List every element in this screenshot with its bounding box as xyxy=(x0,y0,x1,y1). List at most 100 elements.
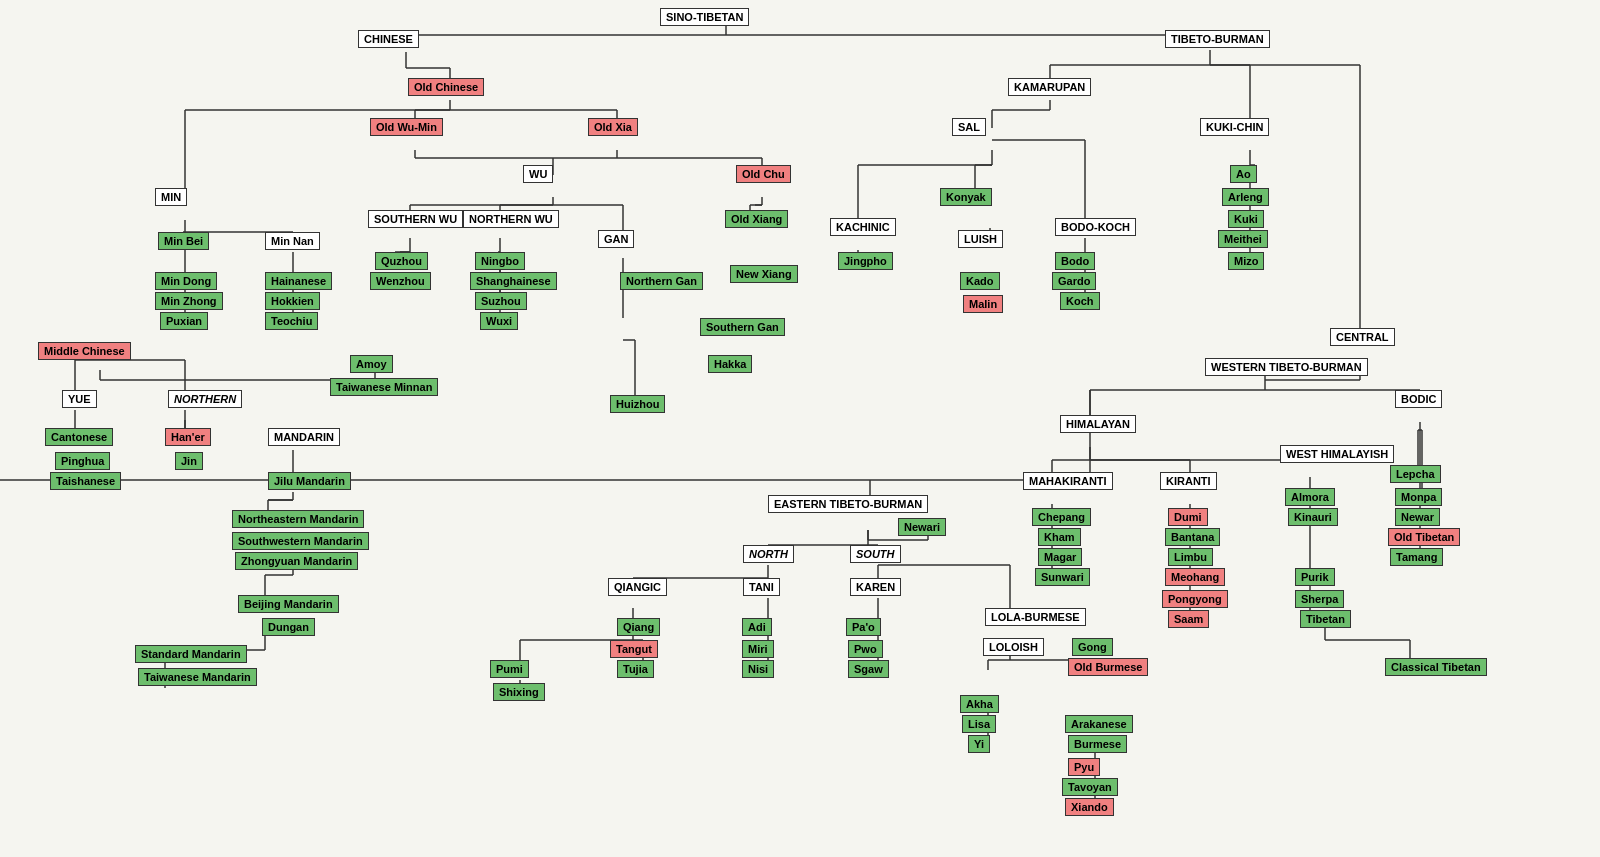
node-sunwari: Sunwari xyxy=(1035,568,1090,586)
node-yi: Yi xyxy=(968,735,990,753)
node-beijing-mandarin: Beijing Mandarin xyxy=(238,595,339,613)
node-lepcha: Lepcha xyxy=(1390,465,1441,483)
node-ningbo: Ningbo xyxy=(475,252,525,270)
node-gan: GAN xyxy=(598,230,634,248)
node-taiwanese-mandarin: Taiwanese Mandarin xyxy=(138,668,257,686)
node-pwo: Pwo xyxy=(848,640,883,658)
node-teochiu: Teochiu xyxy=(265,312,318,330)
node-old-xia: Old Xia xyxy=(588,118,638,136)
node-min: MIN xyxy=(155,188,187,206)
node-saam: Saam xyxy=(1168,610,1209,628)
node-pyu: Pyu xyxy=(1068,758,1100,776)
node-western-tibeto-burman: WESTERN TIBETO-BURMAN xyxy=(1205,358,1368,376)
node-sherpa: Sherpa xyxy=(1295,590,1344,608)
node-monpa: Monpa xyxy=(1395,488,1442,506)
node-qiangic: QIANGIC xyxy=(608,578,667,596)
node-luish: LUISH xyxy=(958,230,1003,248)
node-hokkien: Hokkien xyxy=(265,292,320,310)
node-kamarupan: KAMARUPAN xyxy=(1008,78,1091,96)
node-min-zhong: Min Zhong xyxy=(155,292,223,310)
node-shanghainese: Shanghainese xyxy=(470,272,557,290)
node-lisa: Lisa xyxy=(962,715,996,733)
node-arakanese: Arakanese xyxy=(1065,715,1133,733)
tree-lines xyxy=(0,0,1580,857)
node-kachinic: KACHINIC xyxy=(830,218,896,236)
node-tibeto-burman: TIBETO-BURMAN xyxy=(1165,30,1270,48)
node-koch: Koch xyxy=(1060,292,1100,310)
node-jin: Jin xyxy=(175,452,203,470)
node-amoy: Amoy xyxy=(350,355,393,373)
node-xiando: Xiando xyxy=(1065,798,1114,816)
node-arleng: Arleng xyxy=(1222,188,1269,206)
node-kado: Kado xyxy=(960,272,1000,290)
node-himalayan: HIMALAYAN xyxy=(1060,415,1136,433)
node-karen: KAREN xyxy=(850,578,901,596)
node-old-tibetan: Old Tibetan xyxy=(1388,528,1460,546)
node-min-nan: Min Nan xyxy=(265,232,320,250)
node-tani: TANI xyxy=(743,578,780,596)
node-chepang: Chepang xyxy=(1032,508,1091,526)
node-wenzhou: Wenzhou xyxy=(370,272,431,290)
node-new-xiang: New Xiang xyxy=(730,265,798,283)
node-old-chinese: Old Chinese xyxy=(408,78,484,96)
node-newari: Newari xyxy=(898,518,946,536)
node-southern-wu: SOUTHERN WU xyxy=(368,210,463,228)
node-puxian: Puxian xyxy=(160,312,208,330)
node-jilu-mandarin: Jilu Mandarin xyxy=(268,472,351,490)
node-purik: Purik xyxy=(1295,568,1335,586)
node-sal: SAL xyxy=(952,118,986,136)
node-central: CENTRAL xyxy=(1330,328,1395,346)
node-qiang: Qiang xyxy=(617,618,660,636)
node-classical-tibetan: Classical Tibetan xyxy=(1385,658,1487,676)
node-paos: Pa'o xyxy=(846,618,881,636)
node-tangut: Tangut xyxy=(610,640,658,658)
node-dungan: Dungan xyxy=(262,618,315,636)
node-gardo: Gardo xyxy=(1052,272,1096,290)
node-mandarin: MANDARIN xyxy=(268,428,340,446)
node-kiranti: KIRANTI xyxy=(1160,472,1217,490)
node-meithei: Meithei xyxy=(1218,230,1268,248)
node-bodic: BODIC xyxy=(1395,390,1442,408)
node-chinese: CHINESE xyxy=(358,30,419,48)
node-mizo: Mizo xyxy=(1228,252,1264,270)
node-middle-chinese: Middle Chinese xyxy=(38,342,131,360)
node-loloish: LOLOISH xyxy=(983,638,1044,656)
node-kuki: Kuki xyxy=(1228,210,1264,228)
node-suzhou: Suzhou xyxy=(475,292,527,310)
node-old-chu: Old Chu xyxy=(736,165,791,183)
node-nisi: Nisi xyxy=(742,660,774,678)
node-west-himalayish: WEST HIMALAYISH xyxy=(1280,445,1394,463)
node-old-wu-min: Old Wu-Min xyxy=(370,118,443,136)
node-mahakiranti: MAHAKIRANTI xyxy=(1023,472,1113,490)
node-northern-wu: NORTHERN WU xyxy=(463,210,559,228)
node-min-dong: Min Dong xyxy=(155,272,217,290)
node-almora: Almora xyxy=(1285,488,1335,506)
node-southwestern-mandarin: Southwestern Mandarin xyxy=(232,532,369,550)
node-northeastern-mandarin: Northeastern Mandarin xyxy=(232,510,364,528)
node-old-burmese: Old Burmese xyxy=(1068,658,1148,676)
node-bodo-koch: BODO-KOCH xyxy=(1055,218,1136,236)
node-tujia: Tujia xyxy=(617,660,654,678)
node-malin: Malin xyxy=(963,295,1003,313)
node-northern: NORTHERN xyxy=(168,390,242,408)
node-konyak: Konyak xyxy=(940,188,992,206)
node-bodo: Bodo xyxy=(1055,252,1095,270)
node-pumi: Pumi xyxy=(490,660,529,678)
node-burmese: Burmese xyxy=(1068,735,1127,753)
node-adi: Adi xyxy=(742,618,772,636)
node-dumi: Dumi xyxy=(1168,508,1208,526)
node-eastern-tibeto-burman: EASTERN TIBETO-BURMAN xyxy=(768,495,928,513)
node-jingpho: Jingpho xyxy=(838,252,893,270)
node-gong: Gong xyxy=(1072,638,1113,656)
node-tibetan: Tibetan xyxy=(1300,610,1351,628)
node-sino-tibetan: SINO-TIBETAN xyxy=(660,8,749,26)
node-kham: Kham xyxy=(1038,528,1081,546)
node-pinghua: Pinghua xyxy=(55,452,110,470)
node-huizhou: Huizhou xyxy=(610,395,665,413)
node-bantana: Bantana xyxy=(1165,528,1220,546)
node-min-bei: Min Bei xyxy=(158,232,209,250)
node-yue: YUE xyxy=(62,390,97,408)
node-limbu: Limbu xyxy=(1168,548,1213,566)
node-taiwanese-minnan: Taiwanese Minnan xyxy=(330,378,438,396)
node-lola-burmese: LOLA-BURMESE xyxy=(985,608,1086,626)
